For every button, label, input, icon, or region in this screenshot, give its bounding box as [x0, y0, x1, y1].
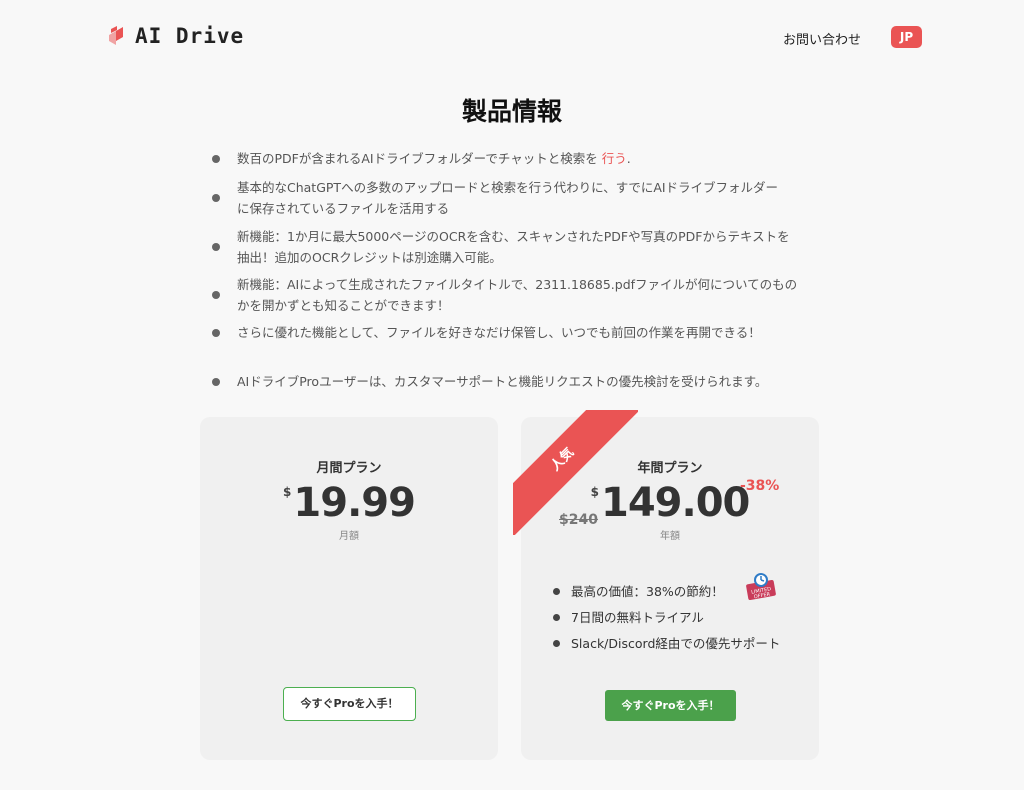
bullet-icon: [212, 243, 220, 251]
header: AI Drive お問い合わせ JP: [0, 0, 1024, 72]
feature-item: 基本的なChatGPTへの多数のアップロードと検索を行う代わりに、すでにAIドラ…: [212, 177, 778, 219]
bullet-icon: [212, 194, 220, 202]
price-row: $19.99: [200, 480, 498, 526]
get-pro-yearly-button[interactable]: 今すぐProを入手！: [605, 690, 736, 721]
plan-name: 年間プラン: [637, 461, 703, 476]
brand-name: AI Drive: [135, 24, 245, 48]
bullet-icon: [212, 328, 220, 337]
brand-logo-icon: [109, 26, 123, 45]
bullet-icon: [212, 377, 220, 386]
feature-item: さらに優れた機能として、ファイルを好きなだけ保管し、いつでも前回の作業を再開でき…: [212, 322, 761, 343]
plan-period: 年額: [660, 531, 680, 542]
plan-price: 19.99: [293, 480, 416, 526]
bullet-icon: [553, 640, 560, 647]
highlight-text: 行う: [601, 151, 627, 166]
perk-item: 7日間の無料トライアル: [553, 608, 803, 634]
logo[interactable]: AI Drive: [107, 24, 244, 48]
plan-name: 月間プラン: [316, 461, 382, 476]
feature-item: 新機能：1か月に最大5000ページのOCRを含む、スキャンされたPDFや写真のP…: [212, 226, 790, 268]
perk-item: 最高の価値：38%の節約！: [553, 582, 803, 608]
currency-symbol: $: [590, 485, 599, 499]
feature-item: AIドライブProユーザーは、カスタマーサポートと機能リクエストの優先検討を受け…: [212, 371, 767, 392]
contact-link[interactable]: お問い合わせ: [783, 29, 861, 48]
yearly-plan-card: 人気 年間プラン $149.00 $240 -38% 年額 LIMITED OF…: [513, 410, 819, 760]
bullet-icon: [212, 291, 220, 299]
original-price: $240: [559, 512, 598, 528]
discount-badge: -38%: [740, 478, 780, 494]
get-pro-monthly-button[interactable]: 今すぐProを入手！: [283, 687, 416, 721]
perk-list: 最高の価値：38%の節約！ 7日間の無料トライアル Slack/Discord経…: [553, 582, 803, 660]
bullet-icon: [553, 588, 560, 595]
bullet-icon: [212, 154, 220, 163]
plan-period: 月額: [339, 531, 359, 542]
monthly-plan-card: 月間プラン $19.99 月額 今すぐProを入手！: [200, 417, 498, 760]
currency-symbol: $: [283, 485, 292, 499]
feature-item: 新機能：AIによって生成されたファイルタイトルで、2311.18685.pdfフ…: [212, 274, 797, 316]
plan-price: 149.00: [601, 480, 750, 526]
perk-item: Slack/Discord経由での優先サポート: [553, 634, 803, 660]
page-title: 製品情報: [461, 97, 562, 126]
feature-item: 数百のPDFが含まれるAIドライブフォルダーでチャットと検索を 行う.: [212, 148, 631, 169]
language-switcher[interactable]: JP: [891, 26, 922, 48]
bullet-icon: [553, 614, 560, 621]
